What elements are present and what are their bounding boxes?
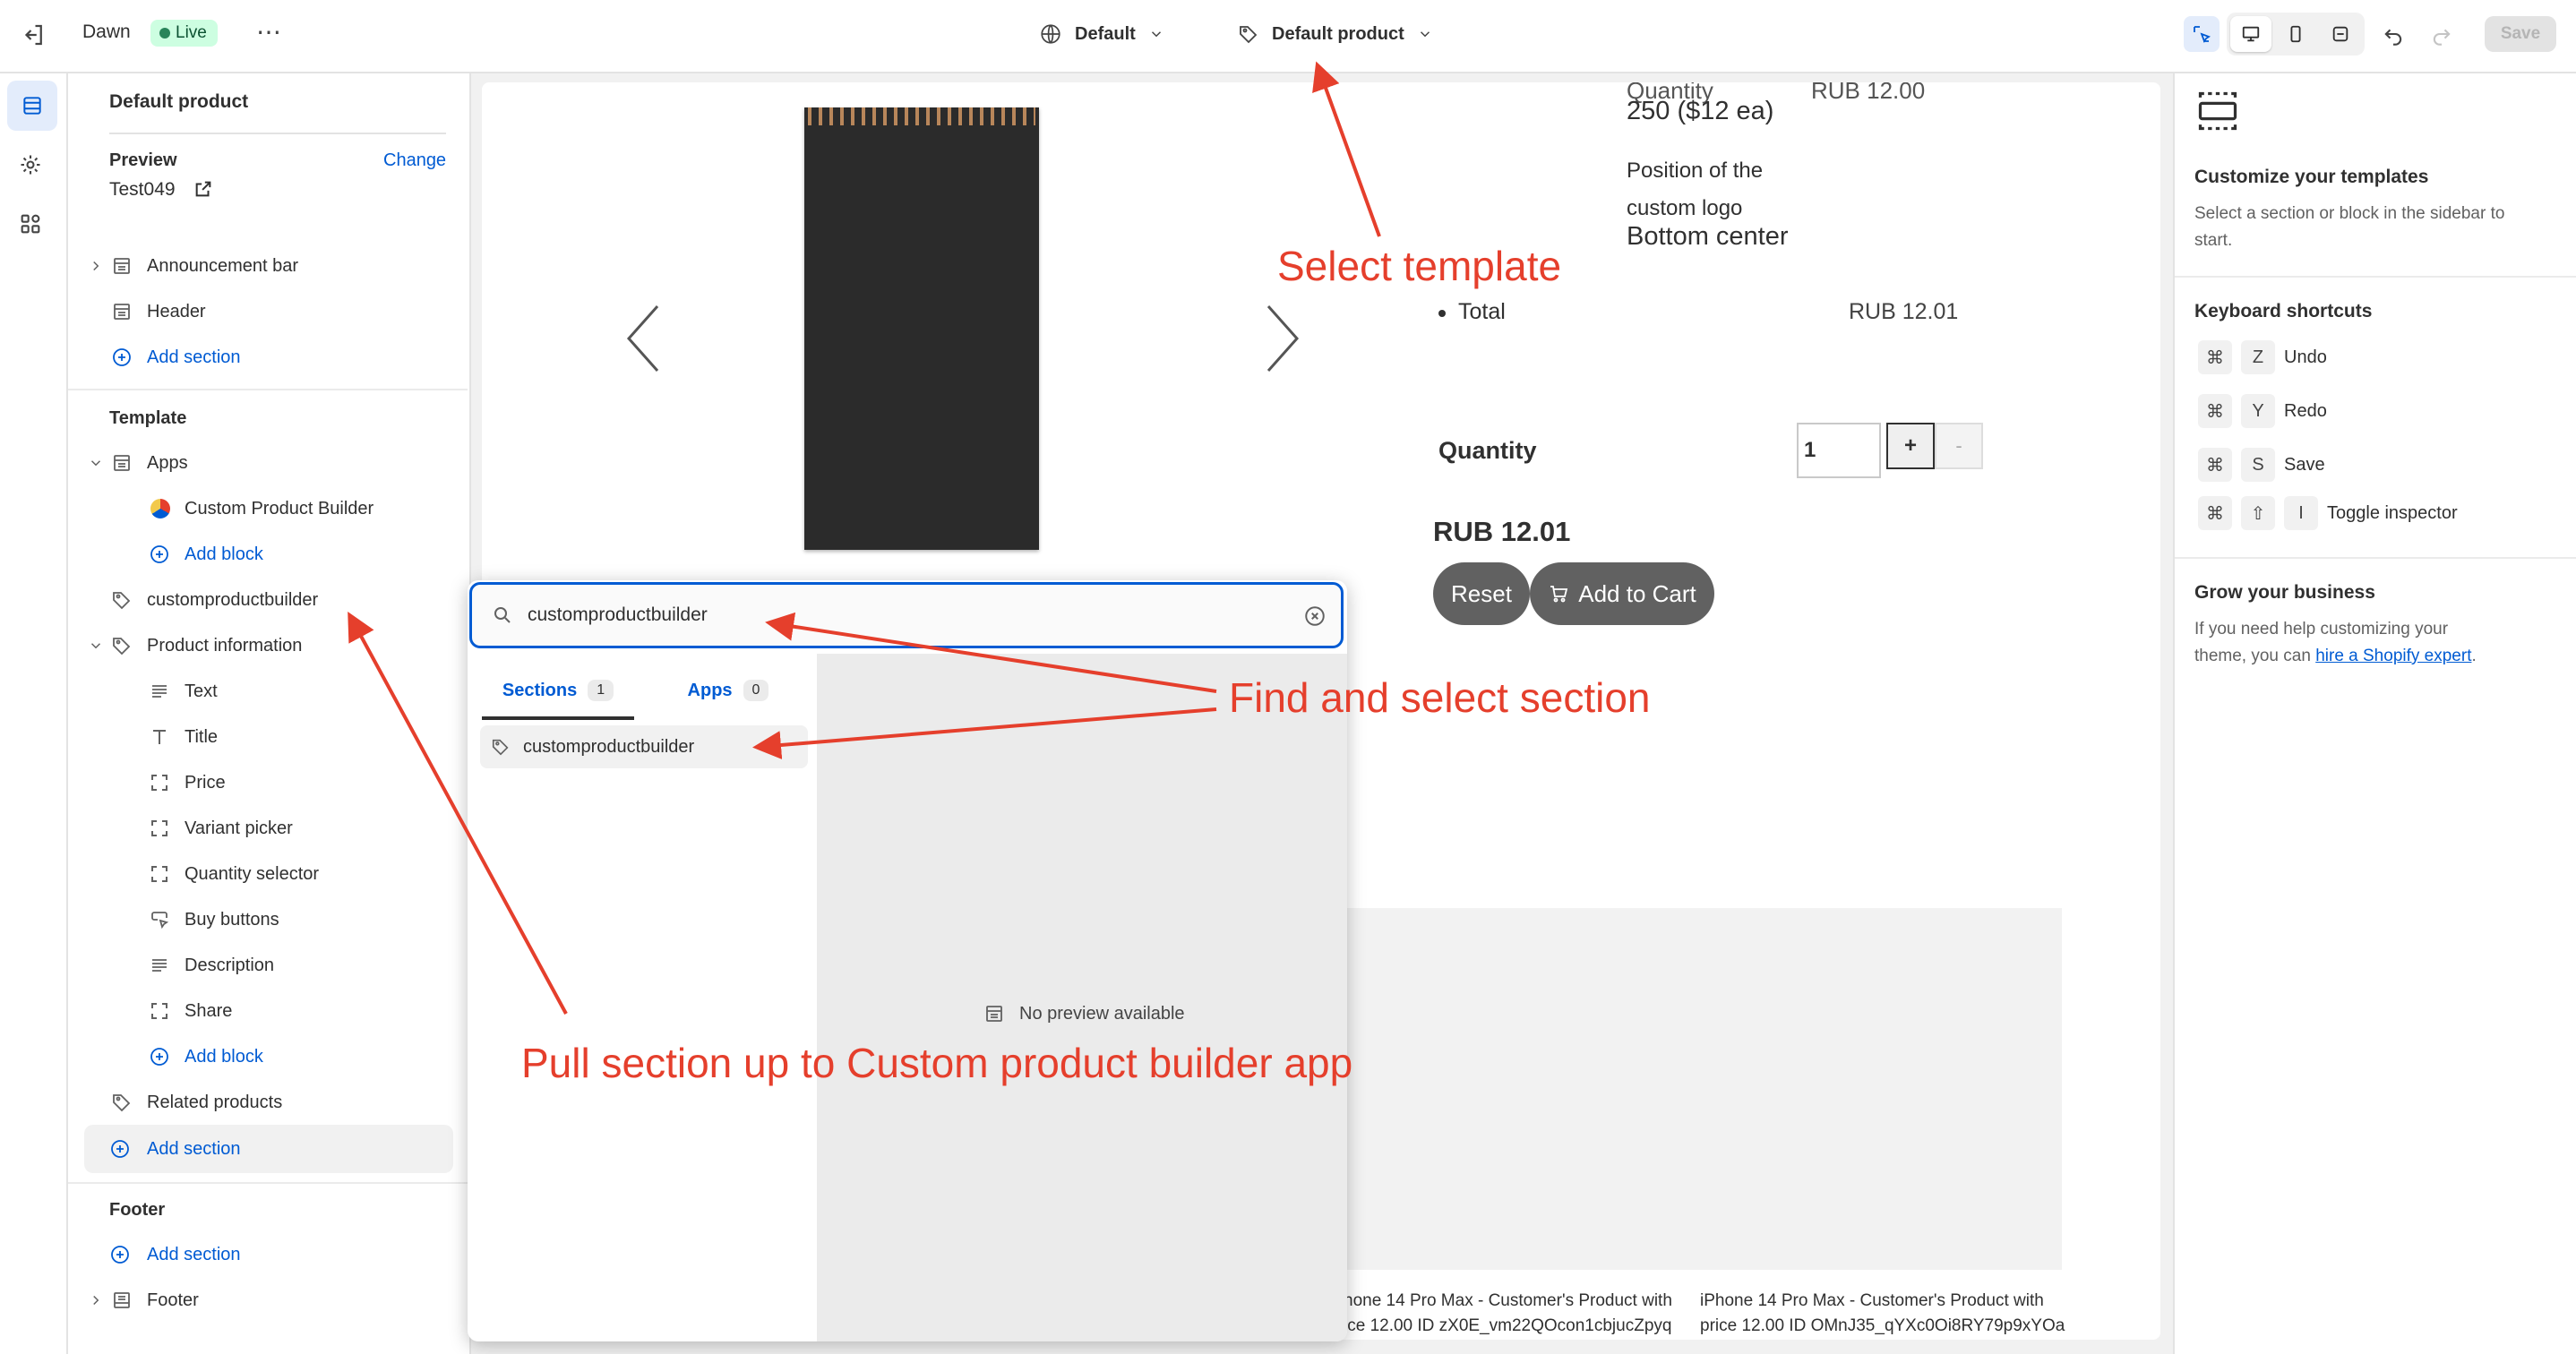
annotation-select-template: Select template — [1277, 243, 1562, 289]
annotation-find-section: Find and select section — [1229, 674, 1651, 721]
annotation-pull-section: Pull section up to Custom product builde… — [521, 1040, 1353, 1086]
